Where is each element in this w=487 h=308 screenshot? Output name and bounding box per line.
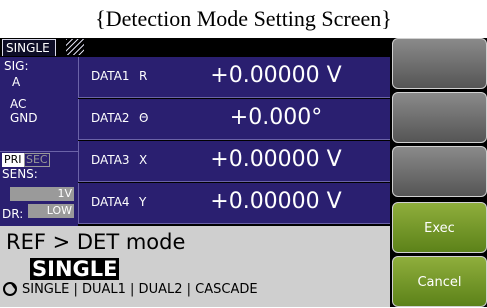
status-panel: SIG: A AC GND PRI SEC SENS: 1V DR: LOW [0,57,78,226]
tab-bar: SINGLE [0,38,390,57]
data-value: +0.00000 V [210,63,342,88]
signal-ground: GND [10,111,38,125]
data-row-3: DATA3 X +0.00000 V [78,141,390,182]
screen-caption: {Detection Mode Setting Screen} [95,6,392,31]
tab-single[interactable]: SINGLE [2,39,56,56]
soft-key-1[interactable] [392,38,487,89]
signal-title: SIG: [4,59,29,73]
data-symbol: Θ [139,111,149,125]
cancel-button[interactable]: Cancel [392,256,487,307]
dr-label: DR: [2,207,24,221]
data-label: DATA3 [91,153,130,167]
data-symbol: R [139,69,148,83]
exec-button[interactable]: Exec [392,202,487,253]
soft-key-2[interactable] [392,92,487,143]
data-label: DATA4 [91,195,130,209]
ref-title: REF > DET mode [6,230,186,254]
sens-value: 1V [10,187,74,201]
tab-hatch-decoration [66,39,84,55]
data-label: DATA2 [91,111,130,125]
signal-status: SIG: A AC GND [0,57,78,152]
pri-badge: PRI [2,153,24,167]
data-symbol: Y [139,195,147,209]
sens-title: SENS: [2,167,38,181]
data-row-1: DATA1 R +0.00000 V [78,57,390,98]
data-value: +0.000° [229,105,323,130]
selected-mode[interactable]: SINGLE [30,258,120,280]
data-value: +0.00000 V [210,189,342,214]
data-row-2: DATA2 Θ +0.000° [78,99,390,140]
data-value: +0.00000 V [210,147,342,172]
signal-input: A [12,75,21,89]
soft-key-3[interactable] [392,146,487,197]
sec-badge: SEC [24,153,50,167]
instrument-screen: SINGLE SIG: A AC GND PRI SEC SENS: 1V DR… [0,38,487,307]
data-symbol: X [139,153,148,167]
det-mode-setting-panel: REF > DET mode SINGLE SINGLE | DUAL1 | D… [0,226,390,307]
dr-value: LOW [28,204,74,218]
signal-coupling: AC [10,97,27,111]
rotary-knob-icon[interactable] [3,282,17,296]
data-row-4: DATA4 Y +0.00000 V [78,183,390,224]
mode-options: SINGLE | DUAL1 | DUAL2 | CASCADE [22,282,258,297]
data-label: DATA1 [91,69,130,83]
